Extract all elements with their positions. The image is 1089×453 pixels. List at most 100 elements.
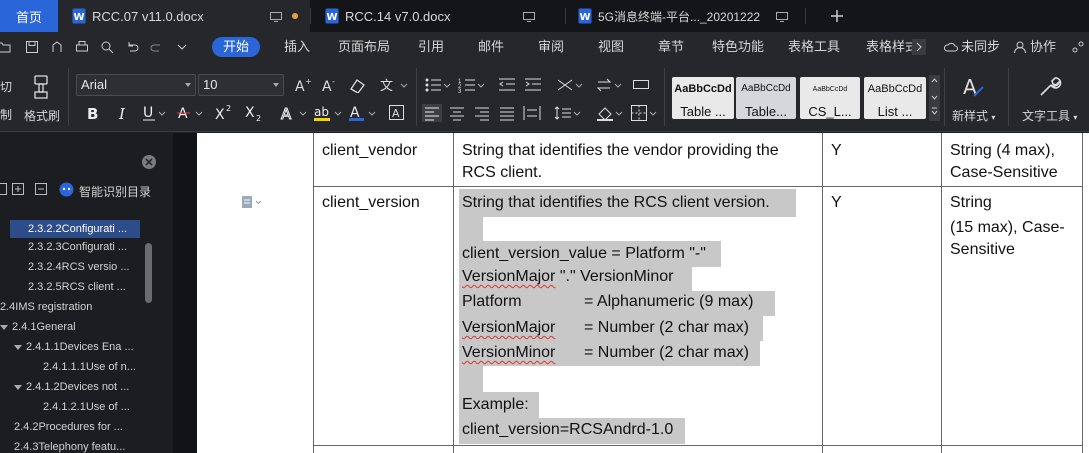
italic-icon[interactable]: I	[114, 104, 132, 122]
save-icon[interactable]	[25, 40, 39, 54]
style-cs-l[interactable]: AaBbCcDd CS_L...	[800, 77, 860, 119]
formula-line[interactable]: client_version_value = Platform "-"	[462, 243, 706, 265]
align-center-icon[interactable]	[448, 104, 466, 122]
user-icon[interactable]	[1013, 40, 1027, 54]
style-table-2[interactable]: AaBbCcDd Table...	[736, 77, 796, 119]
print-preview-icon[interactable]	[100, 40, 114, 54]
char-border-icon[interactable]: A	[388, 104, 406, 122]
menu-references[interactable]: 引用	[418, 32, 444, 62]
pinyin-guide-icon[interactable]: 文	[378, 75, 408, 95]
toc-item[interactable]: 2.3.2.3Configurati ...	[28, 241, 127, 253]
font-name-select[interactable]: Arial	[76, 74, 196, 96]
shading-icon[interactable]	[596, 104, 624, 122]
monitor-icon[interactable]	[270, 10, 282, 22]
nav-scrollbar[interactable]	[145, 243, 152, 303]
formula-line[interactable]: VersionMajor "." VersionMinor	[462, 266, 673, 288]
font-color-icon[interactable]: A	[348, 104, 378, 122]
def-name[interactable]: VersionMinor	[462, 342, 555, 364]
example-value[interactable]: client_version=RCSAndrd-1.0	[462, 419, 673, 441]
sync-status[interactable]: 未同步	[961, 32, 1000, 62]
menu-page-layout[interactable]: 页面布局	[338, 32, 390, 62]
description-line[interactable]: String that identifies the vendor provid…	[462, 140, 779, 162]
toc-level-icon[interactable]	[0, 183, 7, 195]
toc-item[interactable]: 2.4.1.2Devices not ...	[14, 381, 129, 393]
def-value[interactable]: = Number (2 char max)	[584, 317, 749, 339]
mandatory-cell[interactable]: Y	[831, 140, 842, 162]
chinese-layout-icon[interactable]	[556, 76, 584, 94]
wrench-icon[interactable]	[1036, 74, 1062, 100]
tab-rcc07[interactable]: W RCC.07 v11.0.docx	[58, 0, 310, 32]
param-name-cell[interactable]: client_vendor	[322, 140, 417, 162]
text-direction-icon[interactable]	[596, 76, 624, 94]
folder-open-icon[interactable]	[0, 40, 11, 54]
document-page[interactable]: client_vendor String that identifies the…	[197, 133, 1089, 453]
menu-view[interactable]: 视图	[598, 32, 624, 62]
bold-icon[interactable]: B	[84, 104, 102, 122]
menu-scroll-right-icon[interactable]	[912, 39, 926, 55]
show-marks-icon[interactable]	[632, 76, 650, 94]
new-tab-plus-icon[interactable]	[828, 7, 846, 25]
export-icon[interactable]	[50, 40, 64, 54]
shrink-font-icon[interactable]: A-	[320, 76, 340, 94]
underline-icon[interactable]: U	[141, 104, 167, 122]
mandatory-cell[interactable]: Y	[831, 192, 842, 214]
close-icon[interactable]	[142, 155, 156, 169]
tab-5g-msg[interactable]: W 5G消息终端-平台..._20201222	[566, 0, 800, 32]
font-size-select[interactable]: 10	[198, 74, 284, 96]
monitor-icon[interactable]	[523, 10, 535, 22]
grow-font-icon[interactable]: A +	[293, 76, 313, 94]
bullet-list-icon[interactable]	[424, 76, 452, 94]
def-value[interactable]: = Alphanumeric (9 max)	[584, 291, 753, 313]
smart-toc-icon[interactable]	[59, 182, 74, 197]
description-line[interactable]: String that identifies the RCS client ve…	[462, 192, 770, 214]
menu-start[interactable]: 开始	[212, 37, 261, 57]
menu-features[interactable]: 特色功能	[712, 32, 764, 62]
style-gallery-scroll[interactable]	[929, 75, 940, 121]
text-effect-icon[interactable]: A	[280, 104, 308, 122]
format-painter-icon[interactable]	[31, 74, 53, 100]
style-list[interactable]: AaBbCcDd List ...	[864, 77, 926, 119]
menu-table-style[interactable]: 表格样式	[866, 32, 916, 62]
align-right-icon[interactable]	[473, 104, 491, 122]
toc-item[interactable]: 2.4IMS registration	[0, 301, 92, 313]
justify-icon[interactable]	[498, 104, 516, 122]
format-painter-label[interactable]: 格式刷	[24, 107, 60, 124]
toc-item[interactable]: 2.4.3Telephony featu...	[14, 441, 125, 453]
type-line[interactable]: String (4 max),	[950, 140, 1055, 162]
numbered-list-icon[interactable]: 123	[458, 76, 486, 94]
menu-chapter[interactable]: 章节	[658, 32, 684, 62]
strikethrough-icon[interactable]: A	[176, 104, 204, 122]
toc-item[interactable]: 2.3.2.5RCS client ...	[28, 281, 126, 293]
type-line[interactable]: String	[950, 192, 992, 214]
text-tools-label[interactable]: 文字工具 ▾	[1022, 107, 1077, 124]
tab-home[interactable]: 首页	[0, 0, 58, 32]
menu-review[interactable]: 审阅	[538, 32, 564, 62]
distribute-icon[interactable]	[523, 104, 541, 122]
toc-item[interactable]: 2.4.1.2.1Use of ...	[43, 401, 130, 413]
toc-item[interactable]: 2.3.2.4RCS versio ...	[28, 261, 130, 273]
undo-icon[interactable]	[125, 40, 139, 54]
collapse-all-icon[interactable]	[35, 183, 47, 195]
new-style-icon[interactable]: A	[960, 74, 986, 100]
align-left-icon[interactable]	[422, 104, 442, 122]
type-line[interactable]: Case-Sensitive	[950, 162, 1058, 184]
subscript-icon[interactable]: X2	[244, 104, 264, 122]
clear-format-icon[interactable]	[348, 77, 368, 93]
line-spacing-icon[interactable]	[554, 104, 582, 122]
description-line[interactable]: RCS client.	[462, 162, 542, 184]
expand-all-icon[interactable]	[12, 183, 24, 195]
collaborate-button[interactable]: 协作	[1030, 32, 1056, 62]
print-icon[interactable]	[75, 40, 89, 54]
decrease-indent-icon[interactable]	[498, 76, 516, 94]
toc-item[interactable]: 2.4.2Procedures for ...	[14, 421, 123, 433]
superscript-icon[interactable]: X2	[214, 104, 234, 122]
toc-item[interactable]: 2.4.1.1.1Use of n...	[43, 361, 136, 373]
def-name[interactable]: VersionMajor	[462, 317, 555, 339]
increase-indent-icon[interactable]	[524, 76, 542, 94]
copy-button[interactable]: 制	[0, 106, 12, 123]
monitor-icon[interactable]	[776, 10, 788, 22]
param-name-cell[interactable]: client_version	[322, 192, 420, 214]
style-table-1[interactable]: AaBbCcDd Table ...	[672, 77, 734, 119]
share-icon[interactable]	[1071, 40, 1085, 54]
borders-icon[interactable]	[630, 104, 658, 122]
